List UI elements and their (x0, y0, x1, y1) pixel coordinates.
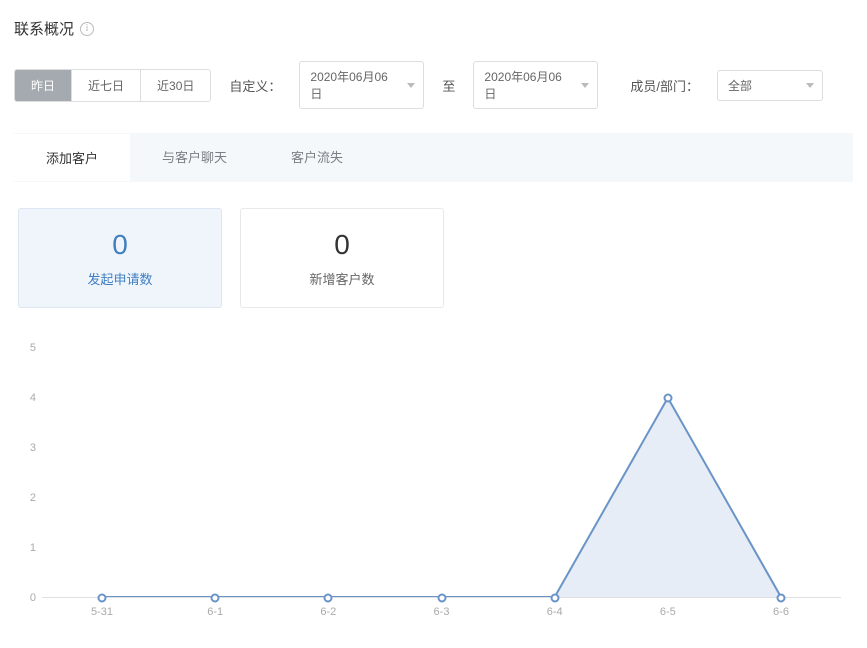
data-point[interactable] (777, 594, 786, 603)
tab-chat-customer[interactable]: 与客户聊天 (130, 133, 259, 181)
stat-new-customers-value: 0 (334, 229, 350, 261)
member-label: 成员/部门： (630, 76, 699, 95)
member-selected-value: 全部 (728, 77, 752, 94)
date-to-value: 2020年06月06日 (484, 68, 573, 102)
stat-new-customers-label: 新增客户数 (309, 269, 374, 288)
caret-down-icon (581, 83, 589, 88)
date-to-picker[interactable]: 2020年06月06日 (473, 61, 598, 109)
data-point[interactable] (98, 594, 107, 603)
date-from-picker[interactable]: 2020年06月06日 (299, 61, 424, 109)
caret-down-icon (407, 83, 415, 88)
tab-add-customer[interactable]: 添加客户 (14, 133, 130, 181)
y-tick-label: 0 (30, 592, 36, 604)
x-tick-label: 6-2 (320, 606, 336, 618)
stat-card-requests[interactable]: 0 发起申请数 (18, 208, 222, 308)
date-separator: 至 (442, 76, 455, 95)
date-from-value: 2020年06月06日 (310, 68, 399, 102)
range-last7-button[interactable]: 近七日 (72, 70, 141, 101)
member-select[interactable]: 全部 (717, 70, 823, 101)
data-point[interactable] (324, 594, 333, 603)
x-tick-label: 6-4 (547, 606, 563, 618)
data-point[interactable] (663, 394, 672, 403)
tab-lost-customer[interactable]: 客户流失 (259, 133, 375, 181)
date-range-segment: 昨日 近七日 近30日 (14, 69, 211, 102)
stat-requests-value: 0 (112, 229, 128, 261)
x-tick-label: 5-31 (91, 606, 113, 618)
stat-requests-label: 发起申请数 (87, 269, 152, 288)
x-tick-label: 6-6 (773, 606, 789, 618)
data-point[interactable] (550, 594, 559, 603)
range-last30-button[interactable]: 近30日 (141, 70, 210, 101)
stat-card-new-customers[interactable]: 0 新增客户数 (240, 208, 444, 308)
tabs: 添加客户 与客户聊天 客户流失 (14, 133, 853, 182)
caret-down-icon (806, 83, 814, 88)
custom-range-label: 自定义： (229, 76, 281, 95)
info-icon[interactable]: i (80, 22, 94, 36)
data-point[interactable] (437, 594, 446, 603)
x-tick-label: 6-5 (660, 606, 676, 618)
y-tick-label: 4 (30, 392, 36, 404)
page-title: 联系概况 (14, 18, 74, 39)
line-chart: 012345 5-316-16-26-36-46-56-6 (42, 348, 841, 628)
data-point[interactable] (211, 594, 220, 603)
toolbar: 昨日 近七日 近30日 自定义： 2020年06月06日 至 2020年06月0… (14, 61, 853, 109)
x-tick-label: 6-3 (434, 606, 450, 618)
y-tick-label: 1 (30, 542, 36, 554)
y-tick-label: 5 (30, 342, 36, 354)
tab-content: 0 发起申请数 0 新增客户数 0 1 2 3 4 5 5-31 6-1 6-2 6-3 6-4 6… (14, 182, 853, 638)
range-yesterday-button[interactable]: 昨日 (15, 70, 72, 101)
y-tick-label: 2 (30, 492, 36, 504)
x-tick-label: 6-1 (207, 606, 223, 618)
y-tick-label: 3 (30, 442, 36, 454)
